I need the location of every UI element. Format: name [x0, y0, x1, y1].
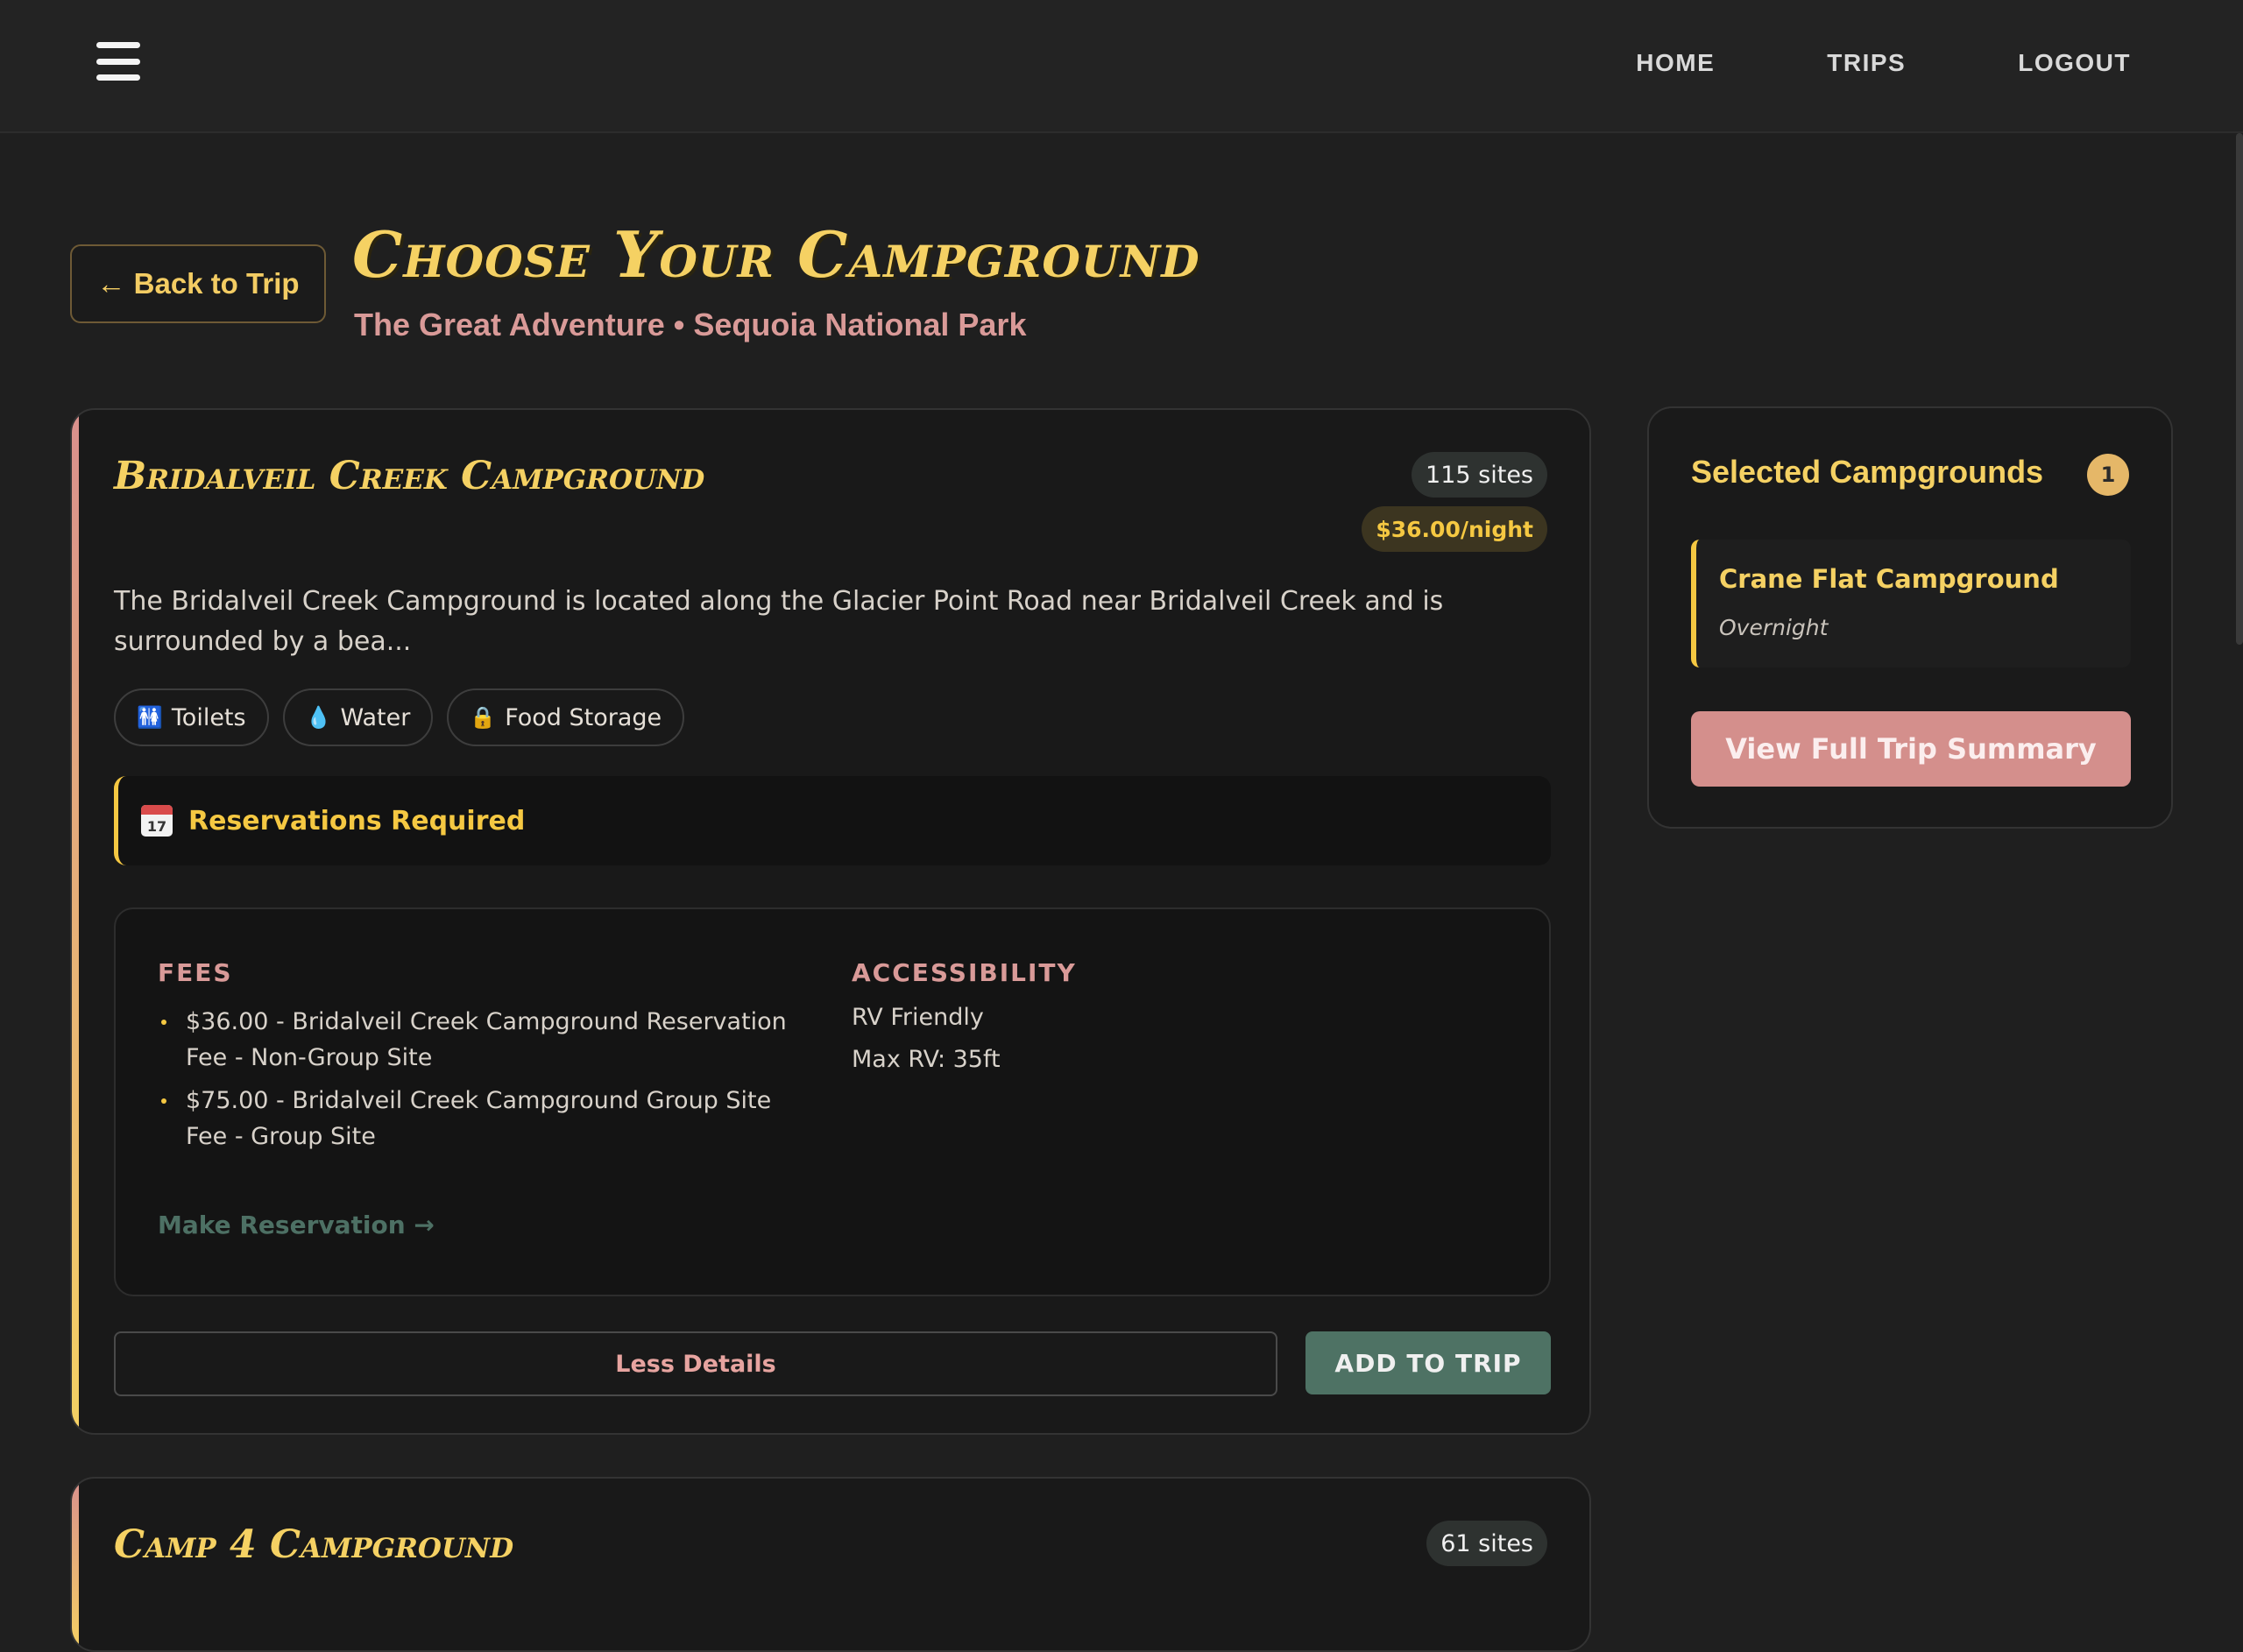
less-details-button[interactable]: Less Details: [114, 1331, 1277, 1396]
selected-count-badge: 1: [2087, 454, 2129, 496]
campground-name: Camp 4 Campground: [114, 1522, 514, 1567]
menu-line: [96, 42, 140, 48]
page-subtitle: The Great Adventure • Sequoia National P…: [354, 307, 1027, 342]
accessibility-item: Max RV: 35ft: [852, 1046, 1001, 1073]
amenity-toilets: 🚻 Toilets: [114, 688, 269, 746]
amenity-label: Water: [340, 703, 411, 731]
campground-details-panel: FEES $36.00 - Bridalveil Creek Campgroun…: [114, 907, 1551, 1296]
fee-list: $36.00 - Bridalveil Creek Campground Res…: [158, 1004, 806, 1161]
page-title: Choose Your Campground: [352, 217, 1200, 292]
price-badge: $36.00/night: [1362, 506, 1547, 552]
nav-logout-link[interactable]: LOGOUT: [2018, 49, 2131, 77]
sites-count-badge: 61 sites: [1426, 1521, 1547, 1566]
accessibility-item: RV Friendly: [852, 1004, 984, 1031]
selected-campground-type: Overnight: [1719, 615, 1829, 640]
fee-item: $75.00 - Bridalveil Creek Campground Gro…: [158, 1083, 806, 1154]
campground-description: The Bridalveil Creek Campground is locat…: [114, 586, 1444, 657]
campground-name: Bridalveil Creek Campground: [114, 454, 705, 498]
water-drop-icon: 💧: [305, 705, 332, 730]
back-to-trip-button[interactable]: ← Back to Trip: [70, 244, 326, 323]
nav-home-link[interactable]: HOME: [1636, 49, 1715, 77]
fees-heading: FEES: [158, 958, 233, 987]
page-scrollbar-thumb[interactable]: [2236, 133, 2243, 645]
campground-card: Camp 4 Campground 61 sites: [70, 1477, 1591, 1652]
selected-campground-name: Crane Flat Campground: [1719, 564, 2059, 594]
add-to-trip-button[interactable]: ADD TO TRIP: [1305, 1331, 1551, 1394]
selected-campgrounds-panel: Selected Campgrounds 1 Crane Flat Campgr…: [1647, 406, 2173, 829]
lock-icon: 🔒: [470, 705, 497, 730]
main-nav: HOME TRIPS LOGOUT: [1636, 49, 2131, 77]
menu-line: [96, 74, 140, 81]
selected-campgrounds-title: Selected Campgrounds: [1691, 454, 2044, 490]
amenity-water: 💧 Water: [282, 688, 434, 746]
accessibility-heading: ACCESSIBILITY: [852, 958, 1077, 987]
amenity-list: 🚻 Toilets 💧 Water 🔒 Food Storage: [114, 688, 685, 746]
calendar-icon: 17: [141, 805, 173, 837]
top-navbar: HOME TRIPS LOGOUT: [0, 0, 2243, 133]
reservation-note: Reservations Required: [188, 805, 526, 837]
selected-campground-item[interactable]: Crane Flat Campground Overnight: [1691, 540, 2131, 667]
reservation-notice: 17 Reservations Required: [114, 776, 1551, 865]
amenity-label: Food Storage: [505, 703, 662, 731]
amenity-food-storage: 🔒 Food Storage: [447, 688, 685, 746]
campground-card: Bridalveil Creek Campground 115 sites $3…: [70, 408, 1591, 1435]
restroom-icon: 🚻: [137, 705, 163, 730]
make-reservation-link[interactable]: Make Reservation →: [158, 1211, 435, 1239]
menu-line: [96, 58, 140, 65]
nav-trips-link[interactable]: TRIPS: [1827, 49, 1906, 77]
fee-item: $36.00 - Bridalveil Creek Campground Res…: [158, 1004, 806, 1076]
sites-count-badge: 115 sites: [1412, 452, 1547, 498]
amenity-label: Toilets: [171, 703, 246, 731]
view-trip-summary-button[interactable]: View Full Trip Summary: [1691, 711, 2131, 787]
hamburger-menu-icon[interactable]: [96, 42, 140, 81]
